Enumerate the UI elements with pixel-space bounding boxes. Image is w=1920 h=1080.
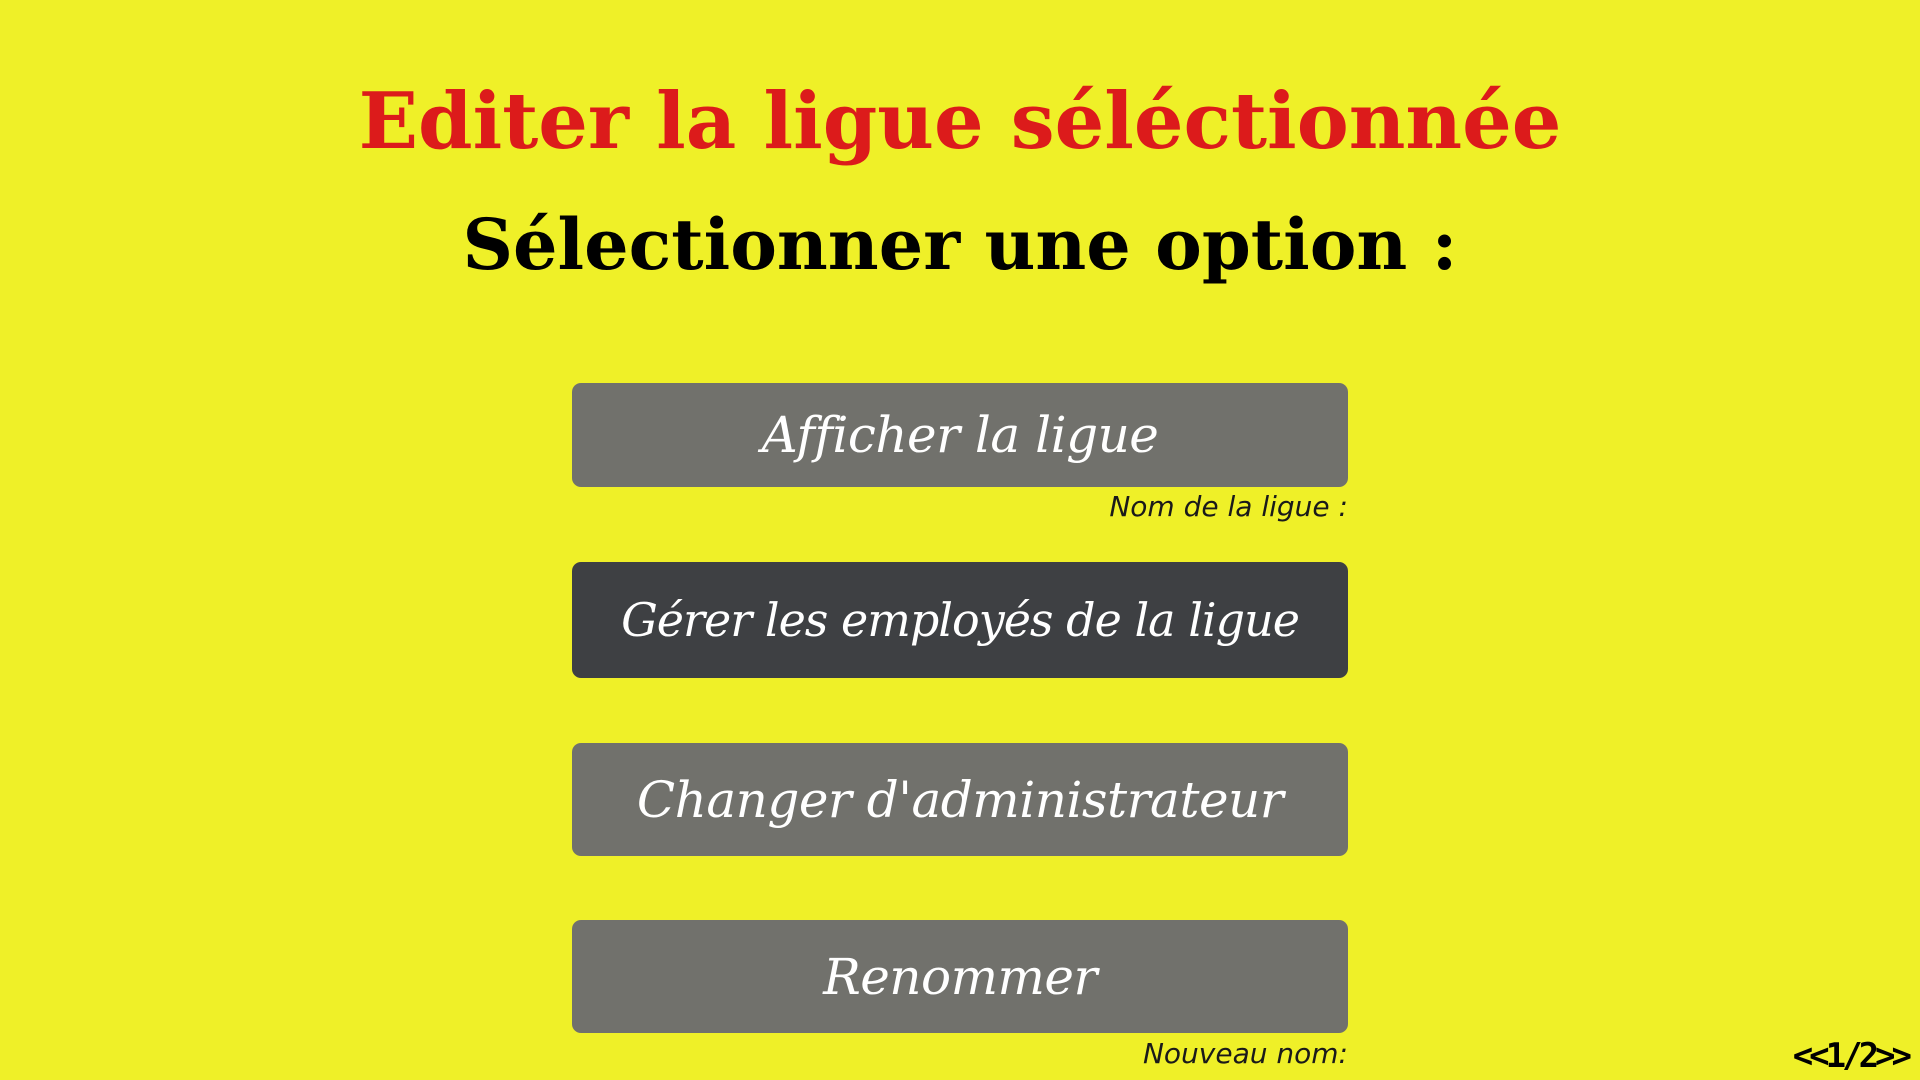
page-title: Editer la ligue séléctionnée xyxy=(358,76,1562,167)
renommer-button[interactable]: Renommer xyxy=(572,920,1348,1033)
changer-administrateur-button[interactable]: Changer d'administrateur xyxy=(572,743,1348,856)
gerer-employes-button[interactable]: Gérer les employés de la ligue xyxy=(572,562,1348,678)
afficher-ligue-button[interactable]: Afficher la ligue xyxy=(572,383,1348,487)
page-navigation[interactable]: <<1/2>> xyxy=(1793,1036,1912,1076)
nouveau-nom-label: Nouveau nom: xyxy=(1142,1037,1348,1070)
page-subtitle: Sélectionner une option : xyxy=(462,203,1458,286)
nom-ligue-label: Nom de la ligue : xyxy=(1109,490,1348,523)
